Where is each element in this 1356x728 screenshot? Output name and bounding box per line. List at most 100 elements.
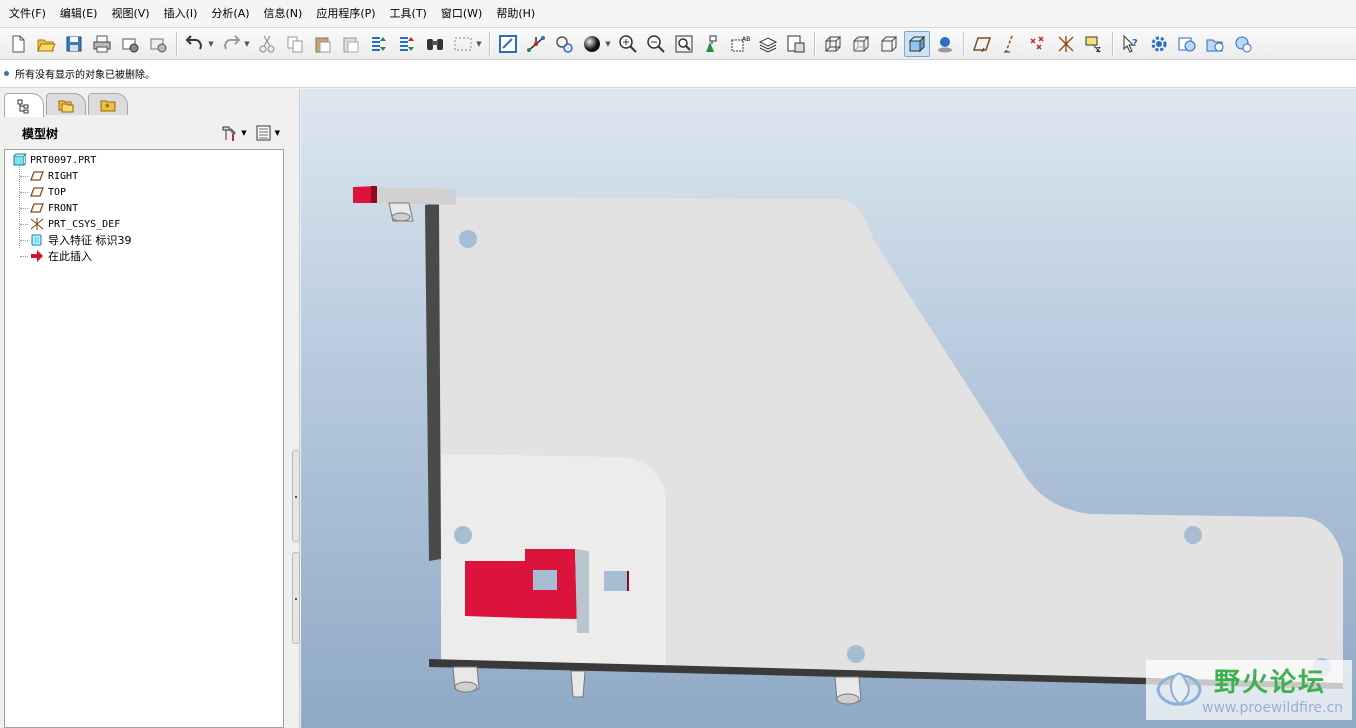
menu-file[interactable]: 文件(F) <box>2 0 53 28</box>
undo-dropdown-icon[interactable]: ▼ <box>207 31 215 57</box>
csys-icon <box>29 217 45 231</box>
datum-plane-icon <box>29 169 45 183</box>
shading-icon[interactable] <box>904 30 930 57</box>
open-icon[interactable] <box>33 31 59 57</box>
wireframe-icon[interactable] <box>820 31 846 57</box>
menu-analysis[interactable]: 分析(A) <box>204 0 256 28</box>
print-icon[interactable] <box>89 31 115 57</box>
menu-insert[interactable]: 插入(I) <box>157 0 205 28</box>
copy-icon[interactable] <box>282 31 308 57</box>
save-icon[interactable] <box>61 31 87 57</box>
layers-icon[interactable] <box>755 31 781 57</box>
csys-icon[interactable] <box>1053 31 1079 57</box>
panel-collapse-handle[interactable] <box>292 552 300 644</box>
svg-text:*: * <box>105 103 110 113</box>
regen-manager-icon[interactable] <box>394 31 420 57</box>
tree-item-label: 导入特征 标识39 <box>48 234 132 247</box>
toolbar-separator <box>176 31 177 56</box>
paste-icon[interactable] <box>310 31 336 57</box>
menu-edit[interactable]: 编辑(E) <box>53 0 105 28</box>
part-hole <box>454 526 472 544</box>
tree-item-root[interactable]: PRT0097.PRT <box>9 152 283 168</box>
model-tree-settings-icon[interactable] <box>1174 31 1200 57</box>
show-settings-button[interactable]: ▼ <box>221 124 247 142</box>
email-link-icon[interactable] <box>145 31 171 57</box>
zoom-in-icon[interactable] <box>615 31 641 57</box>
part-clip-slot <box>533 570 557 590</box>
tree-item-label: FRONT <box>48 202 79 214</box>
tree-item-label: RIGHT <box>48 170 79 182</box>
panel-splitter-handle[interactable] <box>292 450 300 542</box>
select-dropdown-icon[interactable]: ▼ <box>475 31 483 57</box>
graphics-window[interactable] <box>301 89 1356 728</box>
part-hole <box>1184 526 1202 544</box>
datum-axes-icon[interactable] <box>997 31 1023 57</box>
menu-window[interactable]: 窗口(W) <box>434 0 489 28</box>
datum-points-icon[interactable] <box>1025 31 1051 57</box>
redo-dropdown-icon[interactable]: ▼ <box>243 31 251 57</box>
appearance-dropdown-icon[interactable]: ▼ <box>604 31 612 57</box>
tree-item-insert-here[interactable]: 在此插入 <box>9 248 283 264</box>
web-icon[interactable] <box>1230 31 1256 57</box>
menu-view[interactable]: 视图(V) <box>104 0 156 28</box>
context-help-icon[interactable]: ? <box>1118 31 1144 57</box>
tree-filter-icon <box>256 125 271 141</box>
part-clip-window-edge <box>627 571 629 591</box>
model-tree-tab-icon[interactable] <box>4 93 44 117</box>
part-model[interactable] <box>301 89 1356 728</box>
folder-tab-icon[interactable] <box>46 93 86 115</box>
cut-icon[interactable] <box>254 31 280 57</box>
settings-icon[interactable] <box>1146 31 1172 57</box>
hidden-line-icon[interactable] <box>848 31 874 57</box>
model-tree-header: 模型树 ▼ ▼ <box>4 118 284 148</box>
part-clip-window <box>604 571 629 591</box>
datum-planes-icon[interactable] <box>969 31 995 57</box>
tree-item-right[interactable]: RIGHT <box>9 168 283 184</box>
menu-tools[interactable]: 工具(T) <box>383 0 434 28</box>
message-text: 所有没有显示的对象已被删除。 <box>15 70 155 81</box>
tree-item-label: 在此插入 <box>48 250 92 263</box>
tree-item-csys[interactable]: PRT_CSYS_DEF <box>9 216 283 232</box>
part-red-tab-top-edge <box>371 186 377 203</box>
repaint-icon[interactable] <box>495 31 521 57</box>
email-icon[interactable] <box>117 31 143 57</box>
tree-item-front[interactable]: FRONT <box>9 200 283 216</box>
orient-mode-icon[interactable] <box>551 31 577 57</box>
svg-text:Z: Z <box>1096 46 1101 54</box>
refit-icon[interactable] <box>671 31 697 57</box>
toolbar-separator <box>963 31 964 56</box>
favorites-tab-icon[interactable]: * <box>88 93 128 115</box>
folder-browser-icon[interactable] <box>1202 31 1228 57</box>
forum-logo-icon <box>1156 672 1202 706</box>
tree-item-label: PRT_CSYS_DEF <box>48 218 121 230</box>
message-area: 所有没有显示的对象已被删除。 <box>0 60 1356 88</box>
saved-views-icon[interactable]: AB <box>727 31 753 57</box>
watermark-url: www.proewildfire.cn <box>1202 700 1344 716</box>
tree-item-import-feature[interactable]: 导入特征 标识39 <box>9 232 283 248</box>
reorient-icon[interactable] <box>699 31 725 57</box>
no-hidden-icon[interactable] <box>876 31 902 57</box>
paste-special-icon[interactable] <box>338 31 364 57</box>
message-bullet-icon <box>4 71 9 76</box>
navigator-tabs: * <box>4 93 130 117</box>
part-clip-frame <box>575 549 589 633</box>
spin-center-icon[interactable] <box>523 31 549 57</box>
tree-filters-button[interactable]: ▼ <box>255 124 280 142</box>
tree-item-top[interactable]: TOP <box>9 184 283 200</box>
regenerate-icon[interactable] <box>366 31 392 57</box>
menu-applications[interactable]: 应用程序(P) <box>309 0 382 28</box>
redo-icon[interactable] <box>218 31 244 57</box>
appearance-icon[interactable] <box>579 31 605 57</box>
zoom-out-icon[interactable] <box>643 31 669 57</box>
select-box-icon[interactable] <box>450 31 476 57</box>
undo-icon[interactable] <box>182 31 208 57</box>
find-icon[interactable] <box>422 31 448 57</box>
annotations-icon[interactable]: Z <box>1081 31 1107 57</box>
part-side-wall <box>425 203 441 561</box>
menu-help[interactable]: 帮助(H) <box>489 0 542 28</box>
menu-info[interactable]: 信息(N) <box>257 0 310 28</box>
enhanced-realism-icon[interactable] <box>932 31 958 57</box>
new-icon[interactable] <box>5 31 31 57</box>
view-manager-icon[interactable] <box>783 31 809 57</box>
part-boss <box>452 666 480 693</box>
